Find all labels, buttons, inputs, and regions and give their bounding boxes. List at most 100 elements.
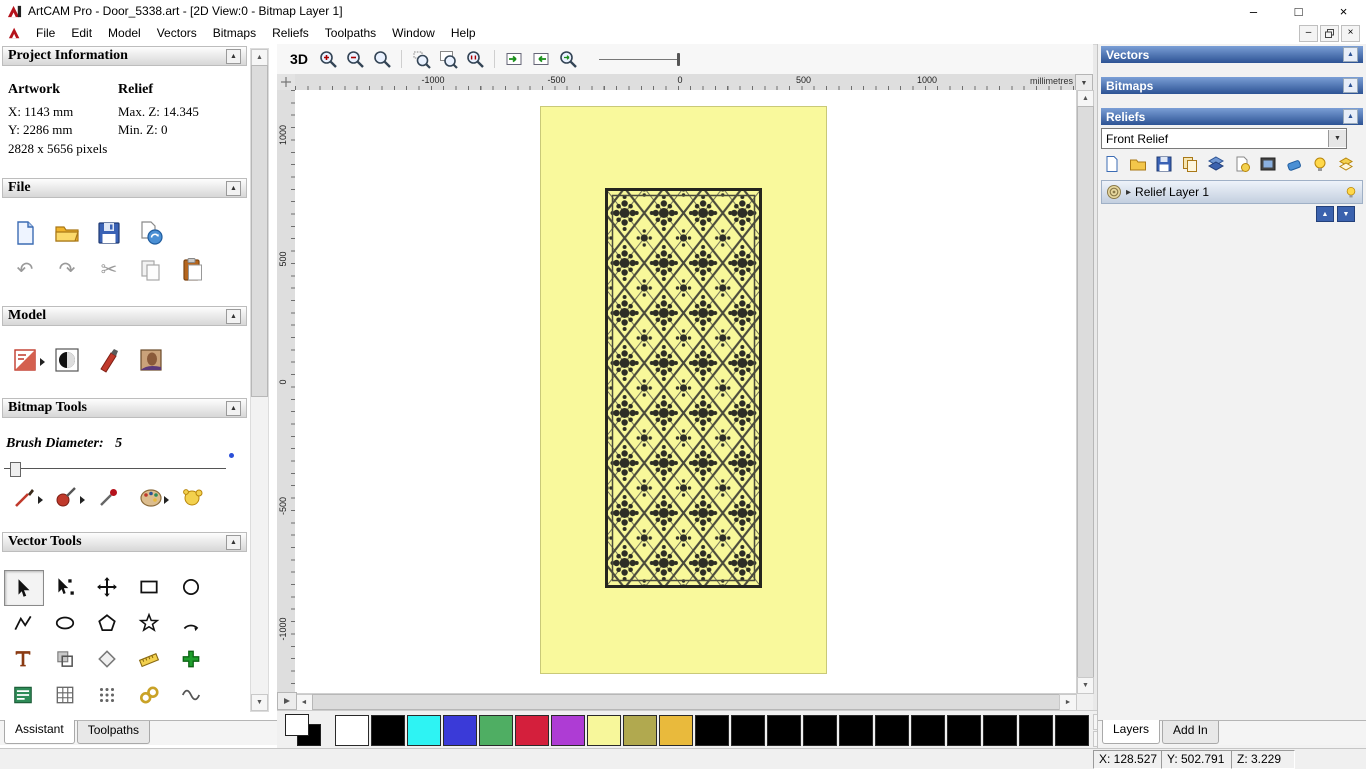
undo-button[interactable]: ↶ [10, 255, 40, 285]
palette-swatch-14[interactable] [839, 714, 873, 746]
scroll-down-button[interactable]: ▼ [1077, 677, 1094, 694]
stack-layers-button[interactable] [1206, 154, 1226, 174]
text-block-tool-button[interactable] [4, 678, 42, 712]
layer-expander-icon[interactable]: ▸ [1126, 187, 1131, 198]
palette-swatch-0[interactable] [335, 714, 369, 746]
palette-swatch-18[interactable] [983, 714, 1017, 746]
palette-swatch-15[interactable] [875, 714, 909, 746]
preview-layer-button[interactable] [1258, 154, 1278, 174]
palette-swatch-6[interactable] [551, 714, 585, 746]
palette-swatch-4[interactable] [479, 714, 513, 746]
scroll-left-button[interactable]: ◄ [295, 694, 313, 711]
flyout-arrow-icon[interactable] [38, 496, 43, 504]
zoom-slider[interactable] [599, 49, 685, 69]
palette-swatch-1[interactable] [371, 714, 405, 746]
circle-tool-button[interactable] [172, 570, 210, 604]
minimize-button[interactable]: – [1231, 0, 1276, 22]
collapse-icon[interactable]: ▲ [226, 534, 241, 550]
import-model-button[interactable] [136, 218, 166, 248]
block-copy-tool-button[interactable] [172, 642, 210, 676]
highlight-layer-button[interactable] [1310, 154, 1330, 174]
vector-doctor-tool-button[interactable] [88, 642, 126, 676]
palette-swatch-2[interactable] [407, 714, 441, 746]
model-artboard[interactable] [540, 106, 827, 674]
cut-button[interactable]: ✂ [94, 255, 124, 285]
gears-tool-button[interactable] [130, 678, 168, 712]
offset-vectors-tool-button[interactable] [46, 642, 84, 676]
chevron-down-icon[interactable]: ▼ [1328, 130, 1346, 147]
palette-swatch-9[interactable] [659, 714, 693, 746]
save-layer-button[interactable] [1154, 154, 1174, 174]
mdi-close-button[interactable]: × [1341, 24, 1360, 42]
close-button[interactable]: × [1321, 0, 1366, 22]
palette-swatch-20[interactable] [1055, 714, 1089, 746]
mdi-minimize-button[interactable]: – [1299, 24, 1318, 42]
brush-diameter-slider-thumb[interactable] [10, 462, 21, 477]
scrollbar-thumb[interactable] [1077, 106, 1094, 678]
delete-layer-button[interactable] [1284, 154, 1304, 174]
zoom-out-button[interactable] [343, 47, 367, 71]
paste-layer-button[interactable] [1232, 154, 1252, 174]
view-3d-button[interactable]: 3D [285, 47, 313, 71]
text-tool-button[interactable] [4, 642, 42, 676]
zoom-actual-button[interactable] [463, 47, 487, 71]
collapse-icon[interactable]: ▲ [226, 180, 241, 196]
maximize-button[interactable]: □ [1276, 0, 1321, 22]
open-model-button[interactable] [52, 218, 82, 248]
set-model-size-button[interactable] [10, 345, 40, 375]
relief-select[interactable]: Front Relief ▼ [1101, 128, 1347, 149]
menu-item-reliefs[interactable]: Reliefs [264, 23, 317, 43]
palette-swatch-17[interactable] [947, 714, 981, 746]
vertical-scrollbar[interactable]: ▲ ▼ [1076, 90, 1094, 694]
tab-assistant[interactable]: Assistant [4, 720, 75, 744]
pan-right-button[interactable] [502, 47, 526, 71]
zoom-fit-button[interactable] [436, 47, 460, 71]
new-layer-button[interactable] [1102, 154, 1122, 174]
copy-button[interactable] [136, 255, 166, 285]
tab-add-in[interactable]: Add In [1162, 721, 1219, 744]
greyscale-model-button[interactable] [52, 345, 82, 375]
flyout-arrow-icon[interactable] [164, 496, 169, 504]
layer-visibility-icon[interactable] [1344, 185, 1358, 199]
tab-toolpaths[interactable]: Toolpaths [76, 721, 151, 744]
bitmaps-panel-header[interactable]: Bitmaps ▲ [1101, 77, 1363, 94]
palette-swatch-11[interactable] [731, 714, 765, 746]
project-information-header[interactable]: Project Information ▲ [2, 46, 247, 66]
sculpt-model-button[interactable] [94, 345, 124, 375]
collapse-icon[interactable]: ▲ [226, 400, 241, 416]
zoom-slider-handle[interactable] [677, 53, 680, 66]
brush-diameter-slider-track[interactable] [4, 468, 226, 469]
flyout-arrow-icon[interactable] [40, 358, 45, 366]
grid-copy-tool-button[interactable] [46, 678, 84, 712]
scroll-up-button[interactable]: ▲ [251, 49, 268, 66]
tab-layers[interactable]: Layers [1102, 720, 1161, 744]
move-layer-down-button[interactable]: ▼ [1337, 206, 1355, 222]
move-layer-up-button[interactable]: ▲ [1316, 206, 1334, 222]
vectors-panel-header[interactable]: Vectors ▲ [1101, 46, 1363, 63]
palette-swatch-5[interactable] [515, 714, 549, 746]
new-model-button[interactable] [10, 218, 40, 248]
collapse-icon[interactable]: ▲ [1343, 78, 1358, 93]
scrollbar-thumb[interactable] [251, 65, 268, 397]
collapse-icon[interactable]: ▲ [1343, 109, 1358, 124]
collapse-icon[interactable]: ▲ [1343, 47, 1358, 62]
duplicate-layer-button[interactable] [1180, 154, 1200, 174]
menu-item-file[interactable]: File [28, 23, 63, 43]
node-edit-tool-button[interactable] [46, 570, 84, 604]
zoom-previous-button[interactable] [370, 47, 394, 71]
open-layer-button[interactable] [1128, 154, 1148, 174]
palette-swatch-16[interactable] [911, 714, 945, 746]
paste-button[interactable] [178, 255, 208, 285]
envelope-tool-button[interactable] [172, 678, 210, 712]
draw-button[interactable] [52, 482, 82, 512]
palette-swatch-10[interactable] [695, 714, 729, 746]
pan-left-button[interactable] [529, 47, 553, 71]
polyline-tool-button[interactable] [4, 606, 42, 640]
zoom-objects-button[interactable] [556, 47, 580, 71]
scrollbar-thumb[interactable] [312, 694, 1060, 710]
menu-item-vectors[interactable]: Vectors [149, 23, 205, 43]
horizontal-scrollbar[interactable]: ◄ ► [295, 693, 1077, 711]
menu-item-model[interactable]: Model [100, 23, 149, 43]
ellipse-tool-button[interactable] [46, 606, 84, 640]
file-section-header[interactable]: File ▲ [2, 178, 247, 198]
